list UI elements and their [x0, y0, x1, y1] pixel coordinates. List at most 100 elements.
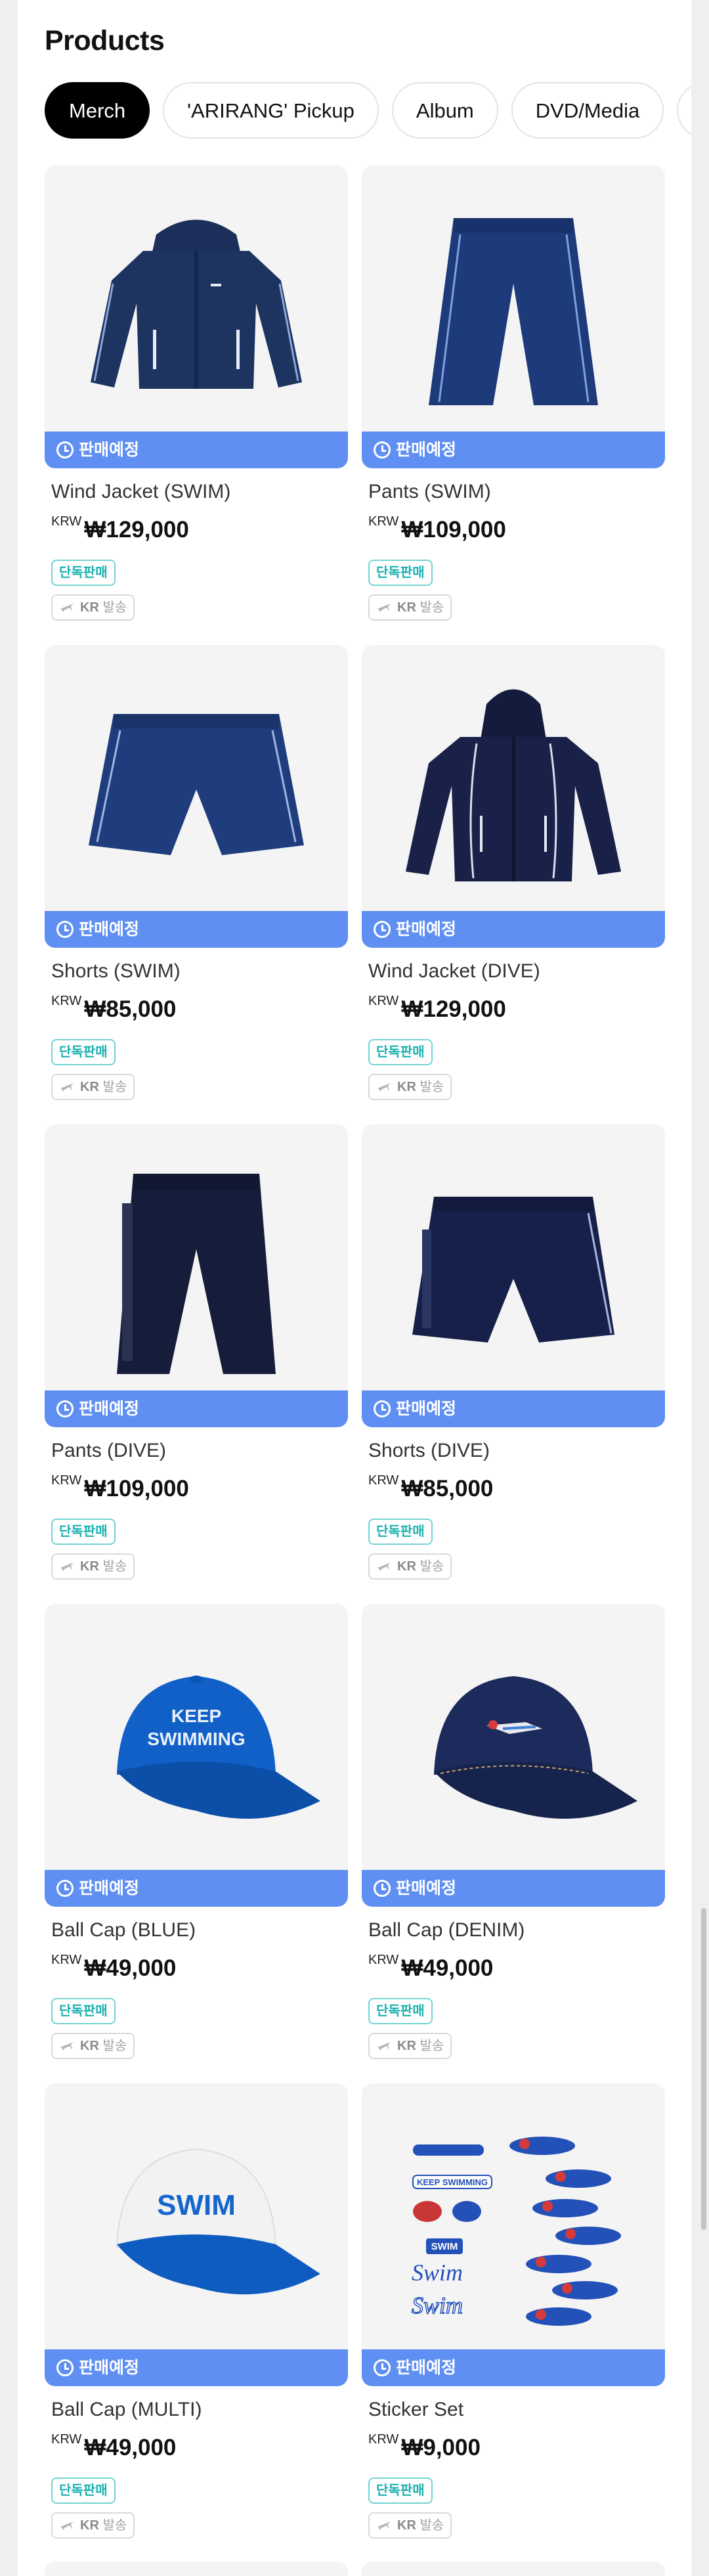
page-title: Products: [45, 25, 165, 56]
product-image-art: [89, 714, 304, 855]
ship-country: KR: [397, 600, 416, 615]
ship-country: KR: [80, 1559, 99, 1574]
status-label: 판매예정: [396, 2359, 457, 2377]
clock-icon: [56, 1880, 74, 1897]
product-image-art: [412, 1197, 614, 1343]
ship-label: 발송: [102, 2039, 127, 2053]
currency-code: KRW: [368, 2432, 399, 2447]
clock-icon: [56, 921, 74, 938]
product-price: KRW ₩129,000: [368, 994, 506, 1023]
svg-text:SWIM: SWIM: [157, 2189, 236, 2221]
svg-text:Swim: Swim: [412, 2259, 463, 2286]
status-label: 판매예정: [79, 920, 140, 939]
product-image[interactable]: [45, 645, 348, 911]
shipping-badge: KR 발송: [368, 2512, 452, 2539]
airplane-icon: [60, 2521, 74, 2530]
price-amount: ₩129,000: [84, 517, 189, 543]
status-bar: 판매예정: [45, 1870, 348, 1907]
status-label: 판매예정: [79, 441, 140, 459]
price-amount: ₩85,000: [401, 1476, 494, 1501]
ship-label: 발송: [102, 2518, 127, 2533]
product-card-partial[interactable]: [45, 2562, 348, 2576]
product-price: KRW ₩129,000: [51, 514, 189, 543]
currency-code: KRW: [51, 1953, 82, 1967]
product-card[interactable]: 판매예정 Pants (SWIM) KRW ₩109,000 단독판매 KR 발송: [362, 166, 665, 645]
product-price: KRW ₩85,000: [51, 994, 176, 1023]
product-name[interactable]: Wind Jacket (DIVE): [368, 960, 540, 983]
tab-album[interactable]: Album: [391, 82, 498, 139]
product-name[interactable]: Wind Jacket (SWIM): [51, 481, 230, 503]
status-bar: 판매예정: [362, 2349, 665, 2386]
product-image[interactable]: [362, 166, 665, 432]
svg-text:Swim: Swim: [412, 2292, 463, 2319]
product-card[interactable]: 판매예정 Wind Jacket (DIVE) KRW ₩129,000 단독판매…: [362, 645, 665, 1124]
product-image[interactable]: [362, 1124, 665, 1390]
currency-code: KRW: [368, 514, 399, 529]
product-name[interactable]: Shorts (SWIM): [51, 960, 181, 983]
product-image-art: KEEP SWIMMING SWIM Swim Swim: [411, 2137, 621, 2326]
product-name[interactable]: Ball Cap (DENIM): [368, 1919, 525, 1942]
product-card[interactable]: 판매예정 Shorts (DIVE) KRW ₩85,000 단독판매 KR 발송: [362, 1124, 665, 1604]
ship-label: 발송: [419, 2518, 444, 2533]
product-image[interactable]: [45, 166, 348, 432]
product-image[interactable]: [362, 1604, 665, 1870]
exclusive-badge: 단독판매: [51, 1519, 116, 1545]
status-label: 판매예정: [396, 1879, 457, 1898]
currency-code: KRW: [368, 1473, 399, 1488]
product-card-partial[interactable]: [362, 2562, 665, 2576]
product-name[interactable]: Pants (DIVE): [51, 1440, 166, 1462]
product-card[interactable]: KEEP SWIMMING 판매예정 Ball Cap (BLUE) KRW ₩4…: [45, 1604, 348, 2083]
ship-label: 발송: [419, 600, 444, 615]
tab-merch[interactable]: Merch: [45, 82, 150, 139]
product-card[interactable]: 판매예정 Ball Cap (DENIM) KRW ₩49,000 단독판매 KR…: [362, 1604, 665, 2083]
clock-icon: [56, 1400, 74, 1417]
product-image[interactable]: [362, 645, 665, 911]
product-card[interactable]: KEEP SWIMMING SWIM Swim Swim 판매예정 Sticke…: [362, 2083, 665, 2563]
status-bar: 판매예정: [45, 911, 348, 948]
product-name[interactable]: Ball Cap (BLUE): [51, 1919, 196, 1942]
product-image[interactable]: KEEP SWIMMING: [45, 1604, 348, 1870]
shipping-badge: KR 발송: [368, 594, 452, 621]
status-label: 판매예정: [396, 1400, 457, 1418]
shipping-badge: KR 발송: [368, 2033, 452, 2059]
status-bar: 판매예정: [362, 911, 665, 948]
exclusive-badge: 단독판매: [368, 2477, 433, 2504]
airplane-icon: [377, 1083, 391, 1092]
shipping-badge: KR 발송: [51, 2033, 135, 2059]
product-card[interactable]: SWIM 판매예정 Ball Cap (MULTI) KRW ₩49,000 단독…: [45, 2083, 348, 2563]
status-label: 판매예정: [396, 920, 457, 939]
product-card[interactable]: 판매예정 Shorts (SWIM) KRW ₩85,000 단독판매 KR 발송: [45, 645, 348, 1124]
ship-country: KR: [80, 600, 99, 615]
price-amount: ₩109,000: [401, 517, 506, 543]
status-bar: 판매예정: [362, 432, 665, 468]
product-card[interactable]: 판매예정 Wind Jacket (SWIM) KRW ₩129,000 단독판매…: [45, 166, 348, 645]
product-price: KRW ₩49,000: [368, 1953, 494, 1982]
product-image[interactable]: [45, 1124, 348, 1390]
product-image[interactable]: SWIM: [45, 2083, 348, 2349]
price-amount: ₩49,000: [401, 1955, 494, 1981]
product-price: KRW ₩49,000: [51, 1953, 176, 1982]
product-price: KRW ₩109,000: [368, 514, 506, 543]
product-card[interactable]: 판매예정 Pants (DIVE) KRW ₩109,000 단독판매 KR 발송: [45, 1124, 348, 1604]
product-name[interactable]: Pants (SWIM): [368, 481, 491, 503]
product-name[interactable]: Shorts (DIVE): [368, 1440, 490, 1462]
exclusive-badge: 단독판매: [51, 560, 116, 586]
clock-icon: [374, 1880, 391, 1897]
product-name[interactable]: Sticker Set: [368, 2399, 463, 2421]
svg-text:KEEP: KEEP: [171, 1706, 221, 1726]
airplane-icon: [377, 604, 391, 612]
airplane-icon: [377, 1563, 391, 1571]
status-bar: 판매예정: [45, 2349, 348, 2386]
product-image[interactable]: KEEP SWIMMING SWIM Swim Swim: [362, 2083, 665, 2349]
tab-to[interactable]: To: [677, 82, 691, 139]
product-image-art: [406, 689, 621, 881]
product-price: KRW ₩109,000: [51, 1473, 189, 1502]
tab-dvd-media[interactable]: DVD/Media: [511, 82, 664, 139]
exclusive-badge: 단독판매: [51, 2477, 116, 2504]
currency-code: KRW: [368, 1953, 399, 1967]
status-bar: 판매예정: [45, 1390, 348, 1427]
scrollbar[interactable]: [701, 1908, 706, 2230]
shipping-badge: KR 발송: [51, 1553, 135, 1580]
product-name[interactable]: Ball Cap (MULTI): [51, 2399, 202, 2421]
tab-arirang-pickup[interactable]: 'ARIRANG' Pickup: [163, 82, 379, 139]
